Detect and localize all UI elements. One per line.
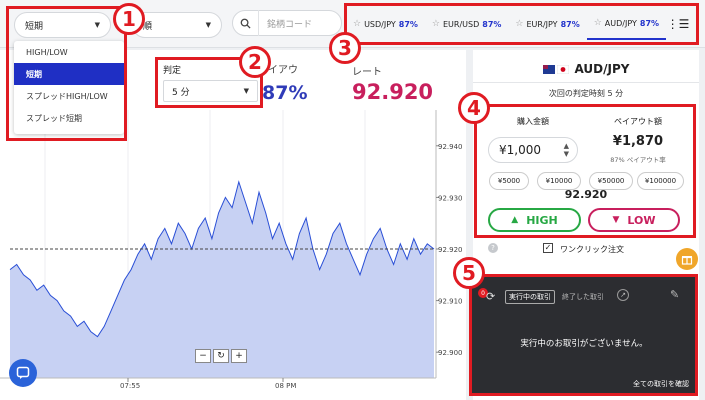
japan-flag-icon bbox=[556, 64, 569, 74]
callout-number-2: 2 bbox=[239, 46, 271, 78]
help-icon[interactable]: ? bbox=[488, 243, 498, 253]
search-placeholder: 銘柄コード bbox=[267, 19, 313, 30]
y-tick-label: 92.940 bbox=[438, 143, 463, 151]
chart-zoom-tools: − ↻ + bbox=[195, 349, 247, 363]
next-judge-time: 次回の判定時刻 5 分 bbox=[548, 89, 624, 98]
callout-number-5: 5 bbox=[453, 257, 485, 289]
zoom-in-button[interactable]: + bbox=[231, 349, 247, 363]
search-box[interactable]: 銘柄コード bbox=[232, 10, 342, 36]
trade-pair-name: AUD/JPY bbox=[574, 62, 630, 76]
callout-number-1: 1 bbox=[113, 3, 145, 35]
chat-icon[interactable] bbox=[9, 359, 37, 387]
x-tick-label: 07:55 bbox=[120, 382, 140, 390]
x-tick-label: 08 PM bbox=[275, 382, 296, 390]
callout-box-5 bbox=[469, 274, 698, 396]
one-click-label: ワンクリック注文 bbox=[560, 245, 624, 254]
callout-box-4 bbox=[474, 104, 696, 238]
sort-select[interactable]: 順 ▼ bbox=[132, 12, 222, 38]
payout-value: 87% bbox=[262, 82, 308, 104]
trade-pair-header: AUD/JPY bbox=[473, 56, 699, 82]
y-tick-label: 92.900 bbox=[438, 349, 463, 357]
callout-box-3 bbox=[344, 3, 699, 45]
callout-number-4: 4 bbox=[458, 92, 490, 124]
gift-icon[interactable] bbox=[676, 248, 698, 270]
reset-zoom-button[interactable]: ↻ bbox=[213, 349, 229, 363]
y-tick-label: 92.910 bbox=[438, 298, 463, 306]
one-click-checkbox[interactable]: ✓ bbox=[543, 243, 553, 253]
y-tick-label: 92.930 bbox=[438, 194, 463, 202]
divider bbox=[473, 82, 699, 83]
callout-box-1 bbox=[6, 6, 127, 141]
chevron-down-icon: ▼ bbox=[205, 21, 211, 29]
payout-label: イアウ bbox=[268, 65, 298, 76]
zoom-out-button[interactable]: − bbox=[195, 349, 211, 363]
callout-number-3: 3 bbox=[329, 32, 361, 64]
rate-label: レート bbox=[352, 67, 382, 78]
rate-value: 92.920 bbox=[352, 80, 434, 104]
search-icon bbox=[233, 10, 259, 36]
australia-flag-icon bbox=[542, 64, 555, 74]
y-tick-label: 92.920 bbox=[438, 246, 463, 254]
